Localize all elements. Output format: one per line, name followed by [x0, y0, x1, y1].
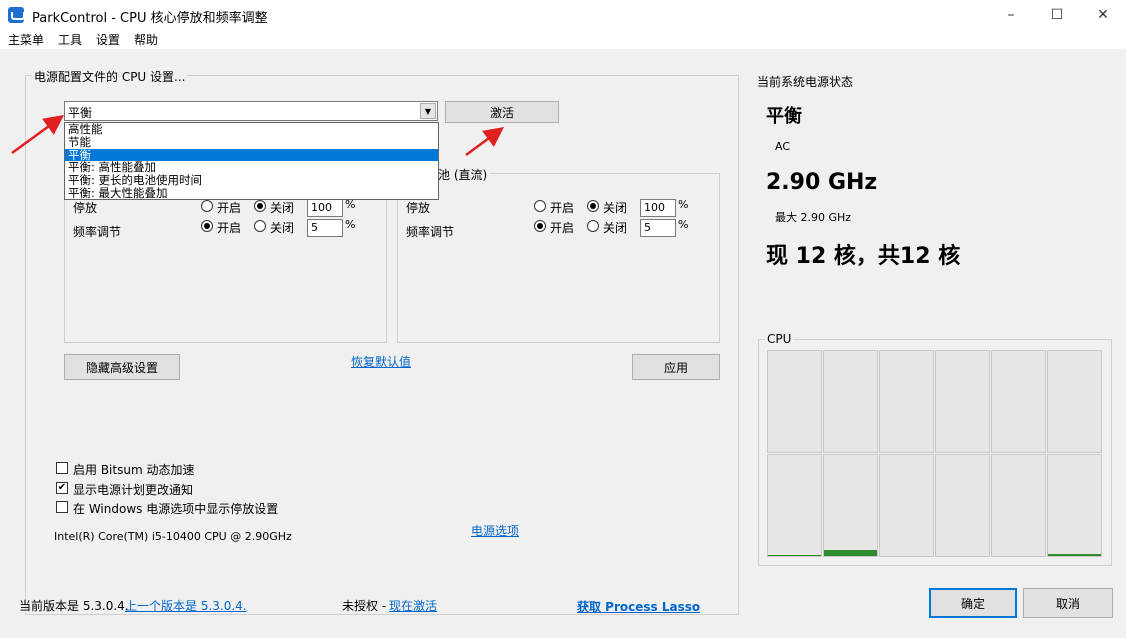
dc-freq-on-radio[interactable]	[534, 220, 546, 232]
profile-option[interactable]: 节能	[65, 135, 438, 149]
minimize-button[interactable]: –	[988, 0, 1034, 30]
cpu-core-load	[824, 550, 877, 556]
cpu-core-10	[991, 454, 1046, 557]
cpu-core-8	[879, 454, 934, 557]
menu-settings[interactable]: 设置	[96, 31, 120, 49]
app-icon	[8, 7, 25, 23]
profile-dropdown-list: 高性能 节能 平衡 平衡: 高性能叠加 平衡: 更长的电池使用时间 平衡: 最大…	[64, 122, 439, 200]
ok-button[interactable]: 确定	[929, 588, 1017, 618]
profile-select-value: 平衡	[68, 106, 93, 120]
max-frequency: 最大 2.90 GHz	[775, 211, 852, 224]
cpu-core-load	[1048, 554, 1101, 556]
cpu-core-0	[767, 350, 822, 453]
profile-option[interactable]: 高性能	[65, 123, 438, 136]
current-plan: 平衡	[766, 106, 802, 127]
cpu-graph-title: CPU	[765, 332, 794, 346]
window-title: ParkControl - CPU 核心停放和频率调整	[32, 11, 268, 26]
dc-park-pct: %	[678, 198, 689, 211]
ac-freq-off-radio[interactable]	[254, 220, 266, 232]
dc-group-title: 池 (直流)	[436, 166, 490, 183]
dc-park-on-label: 开启	[550, 201, 575, 215]
cpu-core-6	[767, 454, 822, 557]
notify-checkbox[interactable]: ✔	[56, 482, 68, 494]
dc-freq-on-label: 开启	[550, 221, 575, 235]
status-title: 当前系统电源状态	[757, 75, 854, 89]
dc-park-percent-input[interactable]: 100	[640, 199, 676, 217]
cancel-button[interactable]: 取消	[1023, 588, 1113, 618]
activate-button[interactable]: 激活	[445, 101, 559, 123]
version-label: 当前版本是 5.3.0.4.	[19, 599, 129, 613]
profile-group-title: 电源配置文件的 CPU 设置...	[32, 68, 188, 85]
ac-freq-percent-input[interactable]: 5	[307, 219, 343, 237]
core-count: 现 12 核，共12 核	[766, 244, 961, 269]
power-options-link[interactable]: 电源选项	[471, 522, 519, 539]
apply-button[interactable]: 应用	[632, 354, 720, 380]
current-frequency: 2.90 GHz	[766, 170, 878, 195]
ac-freq-on-label: 开启	[217, 221, 242, 235]
cpu-core-7	[823, 454, 878, 557]
unlicensed-label: 未授权 -	[342, 599, 387, 613]
ac-park-off-radio[interactable]	[254, 200, 266, 212]
windows-options-checkbox[interactable]	[56, 501, 68, 513]
close-button[interactable]: ✕	[1080, 0, 1126, 30]
menu-help[interactable]: 帮助	[134, 31, 158, 49]
profile-option[interactable]: 平衡: 最大性能叠加	[65, 187, 438, 200]
dc-freq-off-radio[interactable]	[587, 220, 599, 232]
menu-main[interactable]: 主菜单	[8, 31, 44, 49]
dc-freq-pct: %	[678, 218, 689, 231]
menu-tools[interactable]: 工具	[58, 31, 82, 49]
cpu-core-3	[935, 350, 990, 453]
cpu-core-9	[935, 454, 990, 557]
cpu-core-11	[1047, 454, 1102, 557]
windows-options-label: 在 Windows 电源选项中显示停放设置	[73, 502, 279, 516]
dc-park-on-radio[interactable]	[534, 200, 546, 212]
bitsum-label: 启用 Bitsum 动态加速	[73, 463, 195, 477]
chevron-down-icon[interactable]: ▼	[420, 103, 436, 119]
ac-park-label: 停放	[73, 201, 98, 215]
dc-park-off-radio[interactable]	[587, 200, 599, 212]
dc-park-off-label: 关闭	[603, 201, 628, 215]
ac-freq-on-radio[interactable]	[201, 220, 213, 232]
ac-freq-label: 频率调节	[73, 225, 122, 239]
cpu-core-4	[991, 350, 1046, 453]
title-bar: ParkControl - CPU 核心停放和频率调整 – ☐ ✕	[0, 0, 1126, 30]
cpu-core-5	[1047, 350, 1102, 453]
cpu-model: Intel(R) Core(TM) i5-10400 CPU @ 2.90GHz	[54, 530, 292, 543]
ac-park-on-radio[interactable]	[201, 200, 213, 212]
cpu-core-2	[879, 350, 934, 453]
ac-freq-pct: %	[345, 218, 356, 231]
notify-label: 显示电源计划更改通知	[73, 483, 194, 497]
prev-version-link[interactable]: 上一个版本是 5.3.0.4.	[125, 597, 247, 614]
get-process-lasso-link[interactable]: 获取 Process Lasso	[577, 598, 700, 615]
dc-park-label: 停放	[406, 201, 431, 215]
ac-park-percent-input[interactable]: 100	[307, 199, 343, 217]
cpu-core-1	[823, 350, 878, 453]
menu-bar: 主菜单 工具 设置 帮助	[0, 31, 1126, 49]
bitsum-checkbox[interactable]	[56, 462, 68, 474]
power-source: AC	[775, 140, 791, 153]
dc-freq-off-label: 关闭	[603, 221, 628, 235]
activate-now-link[interactable]: 现在激活	[389, 597, 437, 614]
ac-freq-off-label: 关闭	[270, 221, 295, 235]
maximize-button[interactable]: ☐	[1034, 0, 1080, 30]
profile-select[interactable]: 平衡 ▼	[64, 101, 438, 121]
cpu-core-load	[768, 555, 821, 556]
dc-freq-percent-input[interactable]: 5	[640, 219, 676, 237]
dc-freq-label: 频率调节	[406, 225, 455, 239]
ac-park-on-label: 开启	[217, 201, 242, 215]
ac-park-off-label: 关闭	[270, 201, 295, 215]
cpu-graph: CPU	[758, 332, 1112, 566]
restore-defaults-link[interactable]: 恢复默认值	[351, 353, 411, 370]
hide-advanced-button[interactable]: 隐藏高级设置	[64, 354, 180, 380]
